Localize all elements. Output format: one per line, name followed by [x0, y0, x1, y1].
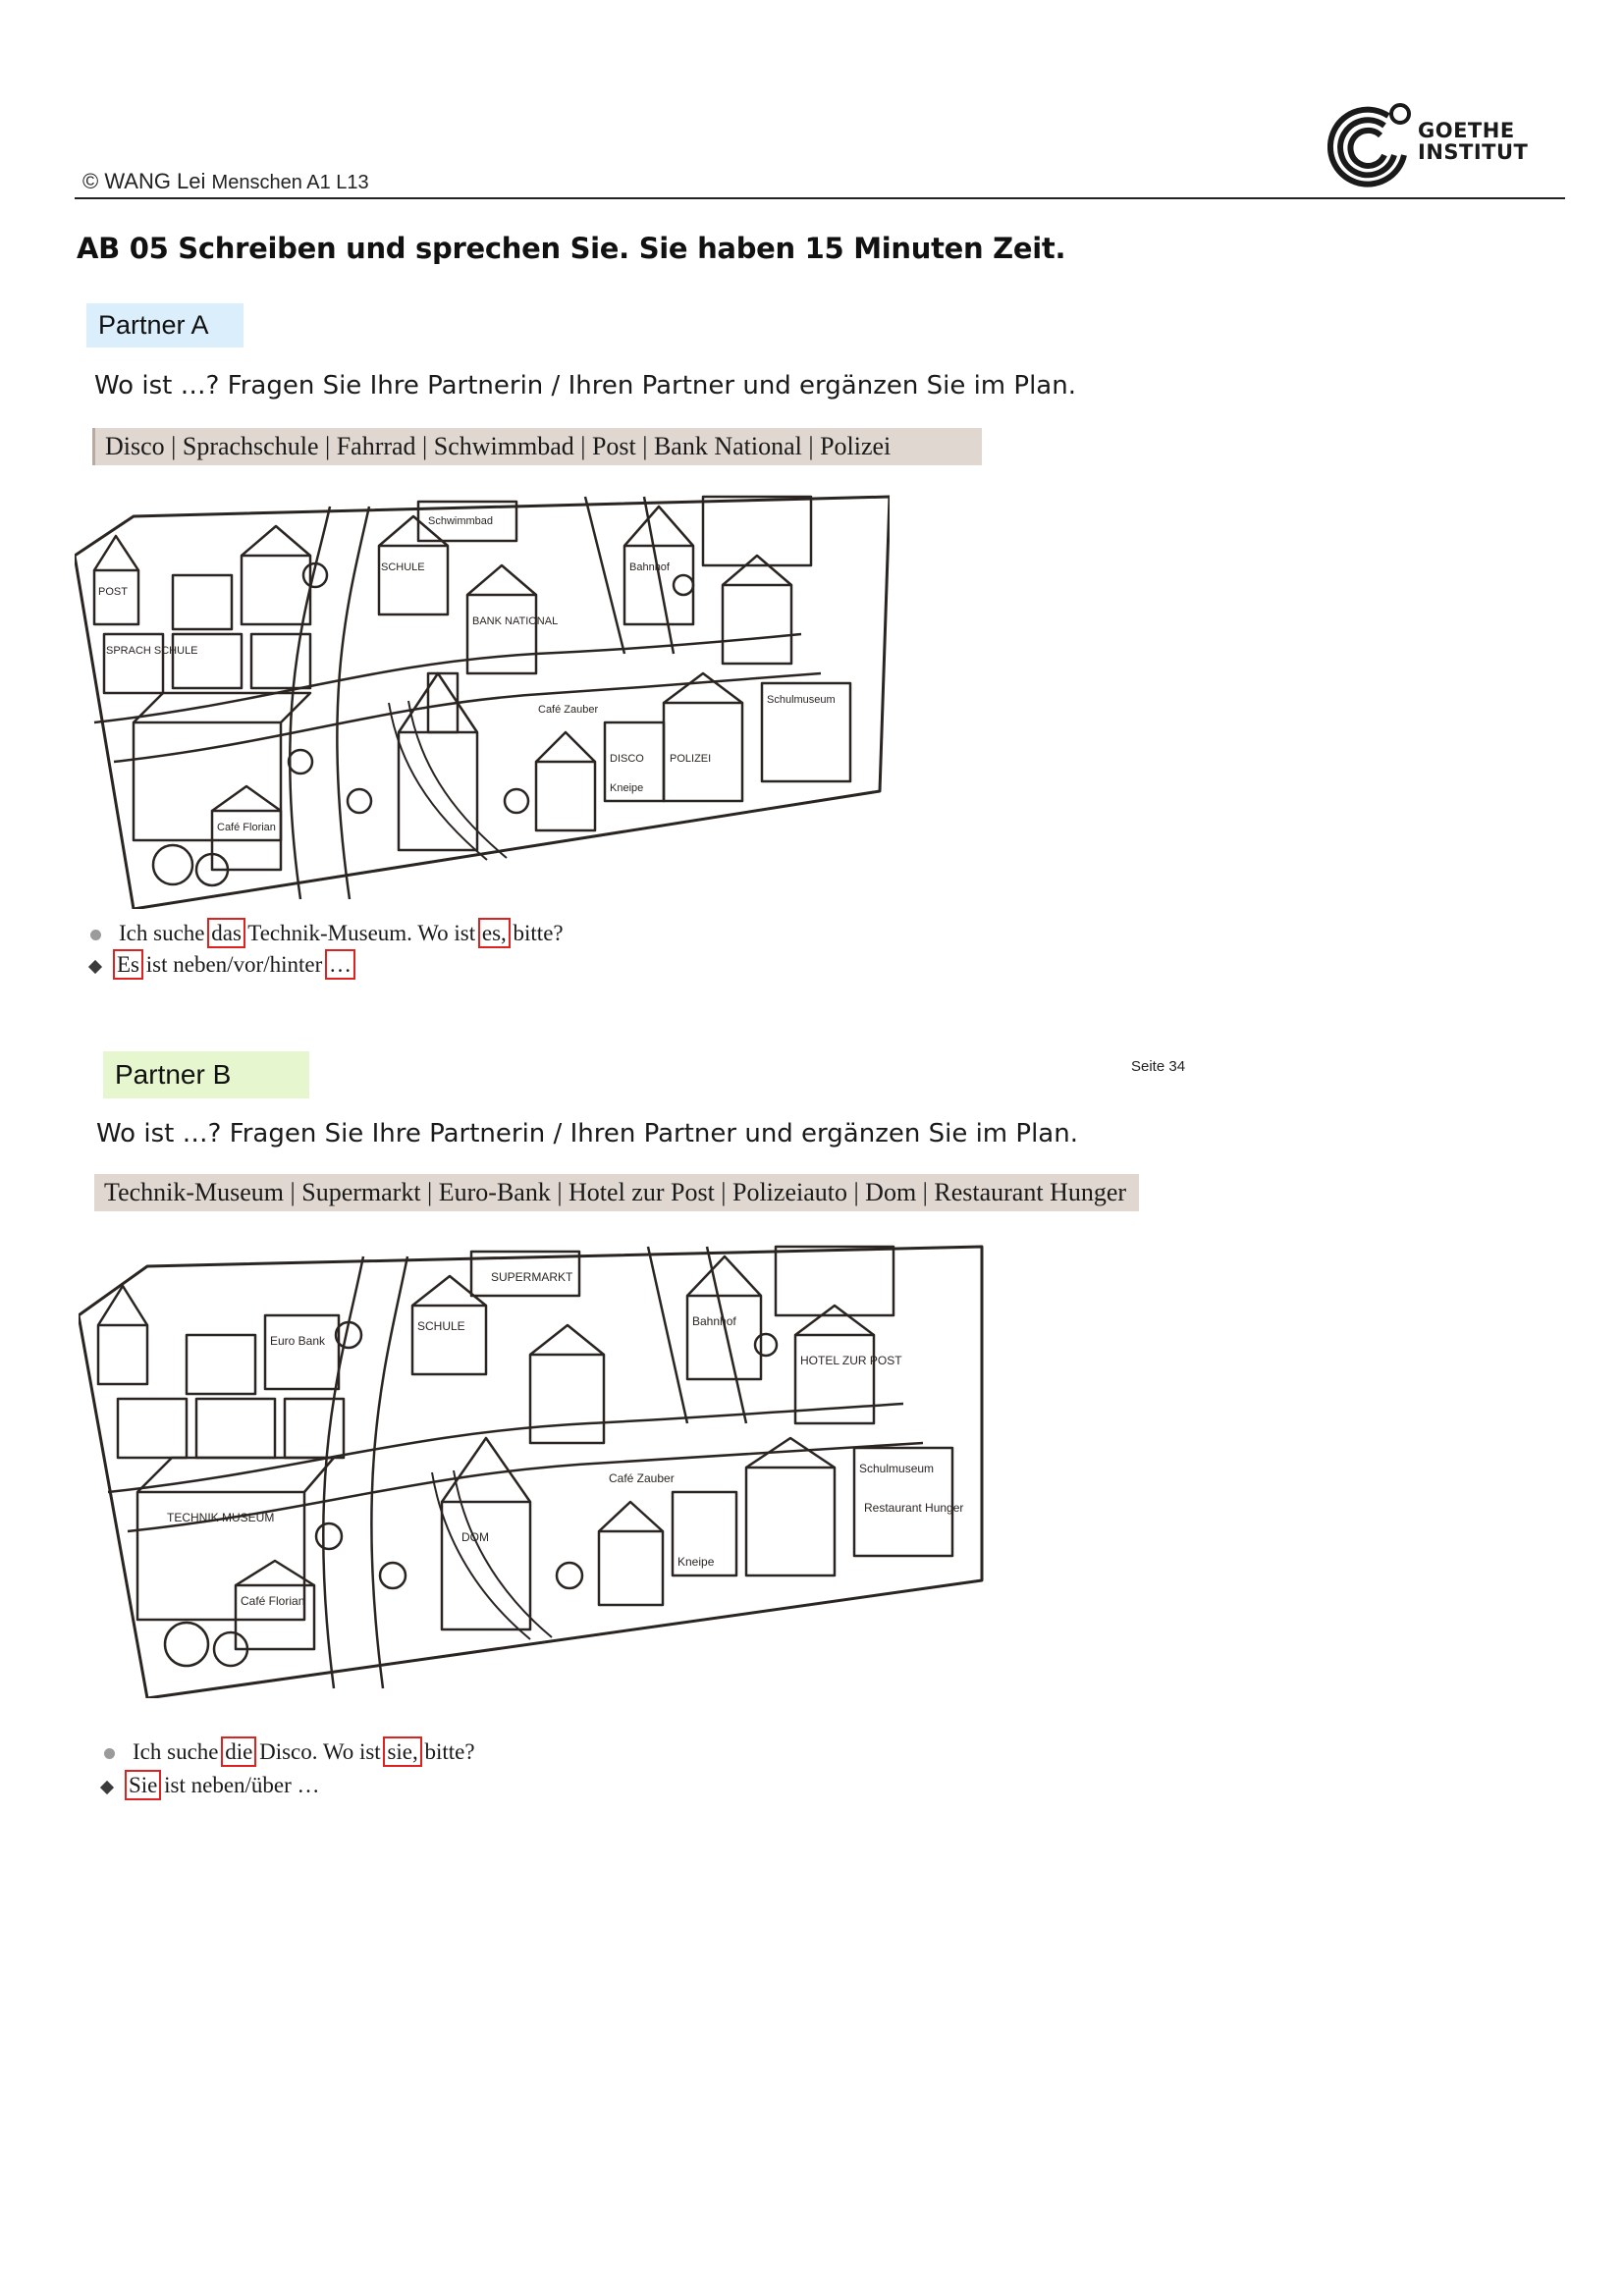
partner-b-label: Partner B [103, 1051, 309, 1098]
partner-a-label: Partner A [86, 303, 244, 347]
article-highlight: die [221, 1736, 257, 1767]
map-a-label-4: BANK NATIONAL [472, 615, 558, 627]
bullet-diamond-icon [87, 959, 103, 974]
map-a-label-9: Schulmuseum [767, 694, 836, 706]
logo-line-1: GOETHE [1418, 119, 1515, 142]
map-b-label-1: SCHULE [417, 1319, 465, 1333]
map-a-label-3: Schwimmbad [428, 515, 493, 527]
copyright-text: © WANG Lei [82, 169, 206, 193]
partner-a-town-map: POST SPRACH SCHULE SCHULE Schwimmbad BAN… [75, 495, 890, 909]
map-b-label-9: HOTEL ZUR POST [800, 1354, 902, 1367]
article-highlight: das [207, 918, 245, 948]
partner-b-question: Ich suche die Disco. Wo ist sie, bitte? [104, 1736, 475, 1767]
map-a-label-7: POLIZEI [670, 753, 711, 765]
partner-a-answer: Es ist neben/vor/hinter … [87, 949, 355, 980]
bullet-circle-icon [90, 930, 101, 941]
partner-b-town-map: Euro Bank SCHULE SUPERMARKT TECHNIK MUSE… [79, 1245, 984, 1698]
course-text: Menschen A1 L13 [211, 172, 369, 193]
bullet-diamond-icon [99, 1780, 115, 1794]
map-b-label-8: Restaurant Hunger [864, 1501, 963, 1515]
map-a-label-11: Bahnhof [629, 561, 671, 573]
partner-b-instruction: Wo ist …? Fragen Sie Ihre Partnerin / Ih… [96, 1119, 1078, 1148]
map-b-label-2: SUPERMARKT [491, 1270, 573, 1284]
header-rule [75, 197, 1565, 199]
partner-a-question: Ich suche das Technik-Museum. Wo ist es,… [90, 918, 564, 948]
goethe-logo: GOETHE INSTITUT [1327, 94, 1534, 192]
partner-a-word-box: Disco | Sprachschule | Fahrrad | Schwimm… [92, 428, 982, 465]
map-b-label-7: Schulmuseum [859, 1462, 934, 1475]
map-a-label-0: POST [98, 586, 128, 598]
answer-pronoun-highlight: Sie [124, 1770, 162, 1800]
map-b-label-3: TECHNIK MUSEUM [167, 1511, 274, 1524]
answer-gap-highlight: … [325, 949, 355, 980]
map-b-label-0: Euro Bank [270, 1334, 326, 1348]
header-copyright: © WANG Lei Menschen A1 L13 [82, 169, 369, 194]
map-a-label-6: DISCO [610, 753, 644, 765]
map-a-label-10: Café Florian [217, 822, 276, 833]
map-b-label-11: Bahnhof [692, 1314, 736, 1328]
partner-b-answer: Sie ist neben/über … [99, 1770, 320, 1800]
goethe-logo-icon [1327, 103, 1411, 187]
map-b-label-4: Café Zauber [609, 1471, 675, 1485]
pronoun-highlight: es, [477, 918, 511, 948]
map-a-label-8: Kneipe [610, 782, 643, 794]
map-a-label-2: SCHULE [381, 561, 425, 573]
page-reference: Seite 34 [1131, 1058, 1186, 1075]
map-a-label-1: SPRACH SCHULE [106, 645, 198, 657]
map-b-label-6: Kneipe [677, 1555, 715, 1569]
bullet-circle-icon [104, 1748, 115, 1760]
map-a-label-5: Café Zauber [538, 704, 598, 716]
logo-line-2: INSTITUT [1418, 140, 1529, 164]
answer-pronoun-highlight: Es [113, 949, 143, 980]
map-b-label-5: DOM [461, 1530, 489, 1544]
exercise-title: AB 05 Schreiben und sprechen Sie. Sie ha… [77, 232, 1066, 265]
pronoun-highlight: sie, [383, 1736, 422, 1767]
partner-a-instruction: Wo ist …? Fragen Sie Ihre Partnerin / Ih… [94, 371, 1076, 400]
partner-b-word-box: Technik-Museum | Supermarkt | Euro-Bank … [94, 1174, 1139, 1211]
map-b-label-10: Café Florian [241, 1594, 304, 1608]
